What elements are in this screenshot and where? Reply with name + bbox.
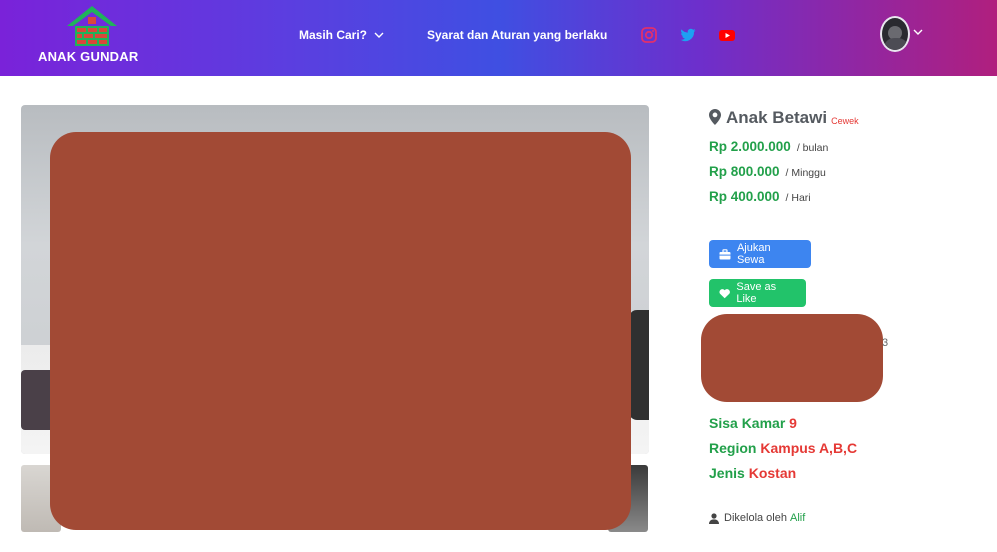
user-avatar[interactable] xyxy=(880,16,910,52)
price-amount: Rp 800.000 xyxy=(709,164,780,179)
map-marker-icon xyxy=(709,109,721,125)
save-like-button[interactable]: Save as Like xyxy=(709,279,806,307)
detail-label: Jenis xyxy=(709,465,745,481)
nav-link-rules[interactable]: Syarat dan Aturan yang berlaku xyxy=(427,28,607,42)
managed-prefix: Dikelola oleh xyxy=(724,512,787,524)
detail-value: Kostan xyxy=(748,465,797,481)
redaction-block xyxy=(50,132,631,530)
chevron-down-icon xyxy=(374,32,384,38)
detail-value: Kampus A,B,C xyxy=(760,440,858,456)
detail-region: Region Kampus A,B,C xyxy=(709,440,857,456)
instagram-icon[interactable] xyxy=(640,26,658,44)
avatar-body xyxy=(884,38,908,50)
heart-icon xyxy=(719,288,730,298)
listing-title: Anak Betawi Cewek xyxy=(709,108,859,128)
apply-rent-label: Ajukan Sewa xyxy=(736,242,771,266)
price-daily: Rp 400.000 / Hari xyxy=(709,189,811,204)
detail-label: Region xyxy=(709,440,757,456)
price-period: / Hari xyxy=(785,192,811,204)
price-weekly: Rp 800.000 / Minggu xyxy=(709,164,826,179)
redaction-block xyxy=(701,314,883,402)
top-navbar: ANAK GUNDAR Masih Cari? Syarat dan Atura… xyxy=(0,0,997,76)
gender-badge: Cewek xyxy=(831,116,859,126)
detail-label: Sisa Kamar xyxy=(709,415,786,431)
price-amount: Rp 2.000.000 xyxy=(709,139,791,154)
nav-menu-label: Masih Cari? xyxy=(299,28,368,42)
user-icon xyxy=(709,512,719,524)
detail-rooms-left: Sisa Kamar 9 xyxy=(709,415,797,431)
listing-name: Anak Betawi xyxy=(726,108,828,127)
photo-chair xyxy=(629,310,649,420)
partial-text: 3 xyxy=(882,337,889,349)
managed-by: Dikelola oleh Alif xyxy=(709,512,805,524)
price-monthly: Rp 2.000.000 / bulan xyxy=(709,139,828,154)
detail-type: Jenis Kostan xyxy=(709,465,796,481)
brand-logo[interactable]: ANAK GUNDAR xyxy=(38,4,148,66)
twitter-icon[interactable] xyxy=(679,26,697,44)
youtube-icon[interactable] xyxy=(718,26,736,44)
brand-name: ANAK GUNDAR xyxy=(38,49,139,64)
chevron-down-icon[interactable] xyxy=(913,28,923,36)
briefcase-icon xyxy=(719,248,731,259)
price-period: / Minggu xyxy=(785,167,826,179)
apply-rent-button[interactable]: Ajukan Sewa xyxy=(709,240,811,268)
house-logo-icon xyxy=(67,6,117,46)
save-like-label: Save as Like xyxy=(736,281,777,305)
manager-name[interactable]: Alif xyxy=(790,512,805,524)
price-amount: Rp 400.000 xyxy=(709,189,780,204)
nav-menu-masih-cari[interactable]: Masih Cari? xyxy=(299,28,384,42)
detail-value: 9 xyxy=(789,415,797,431)
price-period: / bulan xyxy=(796,142,829,154)
